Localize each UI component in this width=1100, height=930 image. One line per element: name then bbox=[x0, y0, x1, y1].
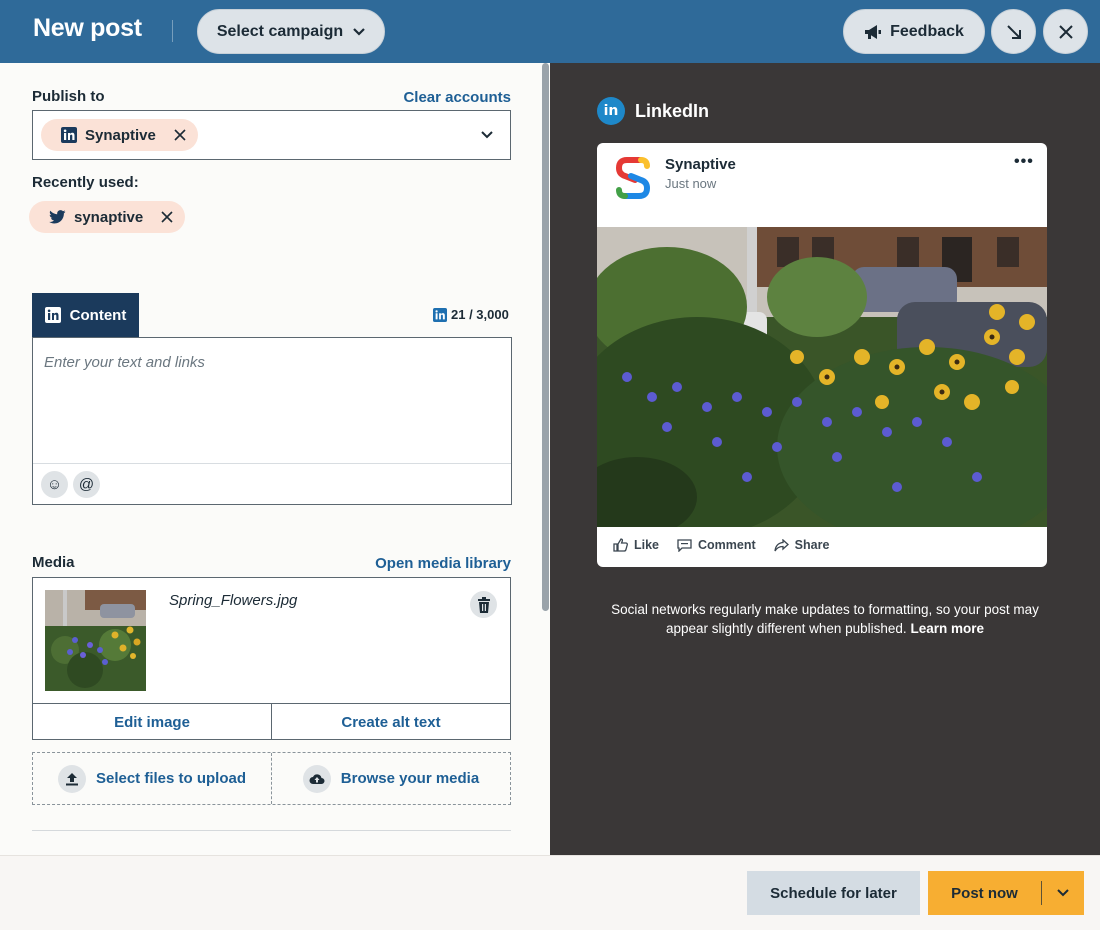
preview-network-name: LinkedIn bbox=[635, 100, 710, 121]
post-preview-image bbox=[597, 227, 1047, 527]
section-divider bbox=[32, 830, 511, 831]
linkedin-icon bbox=[61, 127, 77, 143]
chevron-down-icon bbox=[1057, 889, 1069, 897]
recent-account-chip[interactable]: synaptive bbox=[29, 201, 186, 233]
preview-panel: in LinkedIn Synaptive Just now ••• Like … bbox=[550, 63, 1100, 855]
tab-content-label: Content bbox=[69, 306, 127, 324]
minimize-button[interactable] bbox=[991, 9, 1036, 54]
comment-icon bbox=[677, 538, 692, 552]
thumbs-up-icon bbox=[613, 538, 628, 552]
linkedin-icon bbox=[433, 307, 447, 322]
emoji-icon: ☺ bbox=[46, 476, 63, 493]
flowers-thumbnail-image bbox=[45, 590, 146, 691]
post-preview-card: Synaptive Just now ••• Like Comment Shar… bbox=[597, 143, 1047, 567]
post-options-button[interactable] bbox=[1042, 889, 1084, 897]
browse-media-label: Browse your media bbox=[340, 770, 480, 787]
post-button-divider bbox=[1041, 881, 1042, 905]
share-icon bbox=[774, 538, 789, 551]
header: New post Select campaign Feedback bbox=[0, 0, 1100, 63]
text-toolbar: ☺ @ bbox=[33, 463, 511, 504]
linkedin-icon bbox=[44, 307, 61, 323]
close-icon bbox=[174, 129, 186, 141]
selected-account-name: Synaptive bbox=[85, 126, 156, 144]
upload-icon bbox=[57, 764, 86, 793]
cloud-upload-icon bbox=[302, 764, 331, 793]
mention-button[interactable]: @ bbox=[73, 471, 100, 498]
twitter-icon bbox=[49, 210, 66, 224]
tab-content[interactable]: Content bbox=[32, 293, 139, 337]
linkedin-icon: in bbox=[597, 97, 625, 125]
more-options-icon[interactable]: ••• bbox=[1014, 153, 1034, 171]
comment-button[interactable]: Comment bbox=[677, 538, 756, 552]
delete-media-button[interactable] bbox=[470, 591, 497, 618]
preview-account-name: Synaptive bbox=[665, 156, 736, 173]
page-title: New post bbox=[33, 14, 142, 42]
open-media-library-link[interactable]: Open media library bbox=[375, 555, 511, 572]
post-text-input[interactable]: Enter your text and links ☺ @ bbox=[32, 337, 512, 505]
create-alt-text-button[interactable]: Create alt text bbox=[271, 704, 510, 740]
media-label: Media bbox=[32, 554, 75, 571]
remove-recent-account-button[interactable] bbox=[161, 211, 173, 223]
close-icon bbox=[1058, 24, 1073, 39]
trash-icon bbox=[477, 596, 490, 613]
recent-account-name: synaptive bbox=[74, 208, 144, 226]
select-campaign-label: Select campaign bbox=[216, 22, 344, 40]
chevron-down-icon bbox=[353, 27, 365, 36]
compose-panel: Publish to Clear accounts Synaptive Rece… bbox=[0, 63, 550, 855]
media-actions: Edit image Create alt text bbox=[33, 703, 510, 740]
like-button[interactable]: Like bbox=[613, 538, 659, 552]
selected-account-chip: Synaptive bbox=[41, 119, 198, 151]
upload-area: Select files to upload Browse your media bbox=[32, 752, 511, 805]
account-selector[interactable]: Synaptive bbox=[32, 110, 511, 160]
synaptive-logo-icon bbox=[615, 157, 651, 199]
footer-bar: Schedule for later Post now bbox=[0, 855, 1100, 930]
browse-media-button[interactable]: Browse your media bbox=[271, 753, 510, 804]
edit-image-button[interactable]: Edit image bbox=[33, 704, 271, 740]
publish-to-label: Publish to bbox=[32, 88, 105, 105]
post-preview-actions: Like Comment Share bbox=[613, 538, 829, 552]
media-filename: Spring_Flowers.jpg bbox=[169, 592, 298, 609]
close-icon bbox=[161, 211, 173, 223]
schedule-for-later-button[interactable]: Schedule for later bbox=[747, 871, 920, 915]
select-files-label: Select files to upload bbox=[95, 770, 247, 787]
learn-more-link[interactable]: Learn more bbox=[910, 621, 984, 636]
media-thumbnail[interactable] bbox=[45, 590, 146, 691]
feedback-label: Feedback bbox=[890, 22, 964, 40]
character-counter: 21 / 3,000 bbox=[433, 307, 509, 322]
like-label: Like bbox=[634, 538, 660, 552]
recently-used-label: Recently used: bbox=[32, 174, 139, 191]
preview-network-header: in LinkedIn bbox=[597, 97, 709, 125]
share-button[interactable]: Share bbox=[774, 538, 830, 552]
mention-icon: @ bbox=[78, 476, 95, 493]
compose-scrollbar[interactable] bbox=[542, 63, 549, 611]
arrow-down-right-icon bbox=[1006, 24, 1021, 39]
post-now-split-button: Post now bbox=[928, 871, 1084, 915]
feedback-button[interactable]: Feedback bbox=[843, 9, 985, 54]
preview-disclaimer: Social networks regularly make updates t… bbox=[610, 600, 1040, 638]
preview-timestamp: Just now bbox=[665, 176, 717, 191]
header-divider bbox=[172, 20, 173, 42]
select-campaign-button[interactable]: Select campaign bbox=[197, 9, 385, 54]
comment-label: Comment bbox=[698, 538, 756, 552]
select-files-button[interactable]: Select files to upload bbox=[33, 753, 271, 804]
clear-accounts-link[interactable]: Clear accounts bbox=[403, 89, 511, 106]
media-item: Spring_Flowers.jpg Edit image Create alt… bbox=[32, 577, 511, 740]
post-now-button[interactable]: Post now bbox=[928, 885, 1041, 902]
chevron-down-icon[interactable] bbox=[481, 131, 493, 139]
emoji-button[interactable]: ☺ bbox=[41, 471, 68, 498]
character-count: 21 / 3,000 bbox=[451, 307, 509, 322]
post-text-placeholder: Enter your text and links bbox=[44, 354, 205, 371]
flowers-photo-image bbox=[597, 227, 1047, 527]
megaphone-icon bbox=[865, 24, 882, 39]
share-label: Share bbox=[794, 538, 830, 552]
close-button[interactable] bbox=[1043, 9, 1088, 54]
remove-account-button[interactable] bbox=[174, 129, 186, 141]
